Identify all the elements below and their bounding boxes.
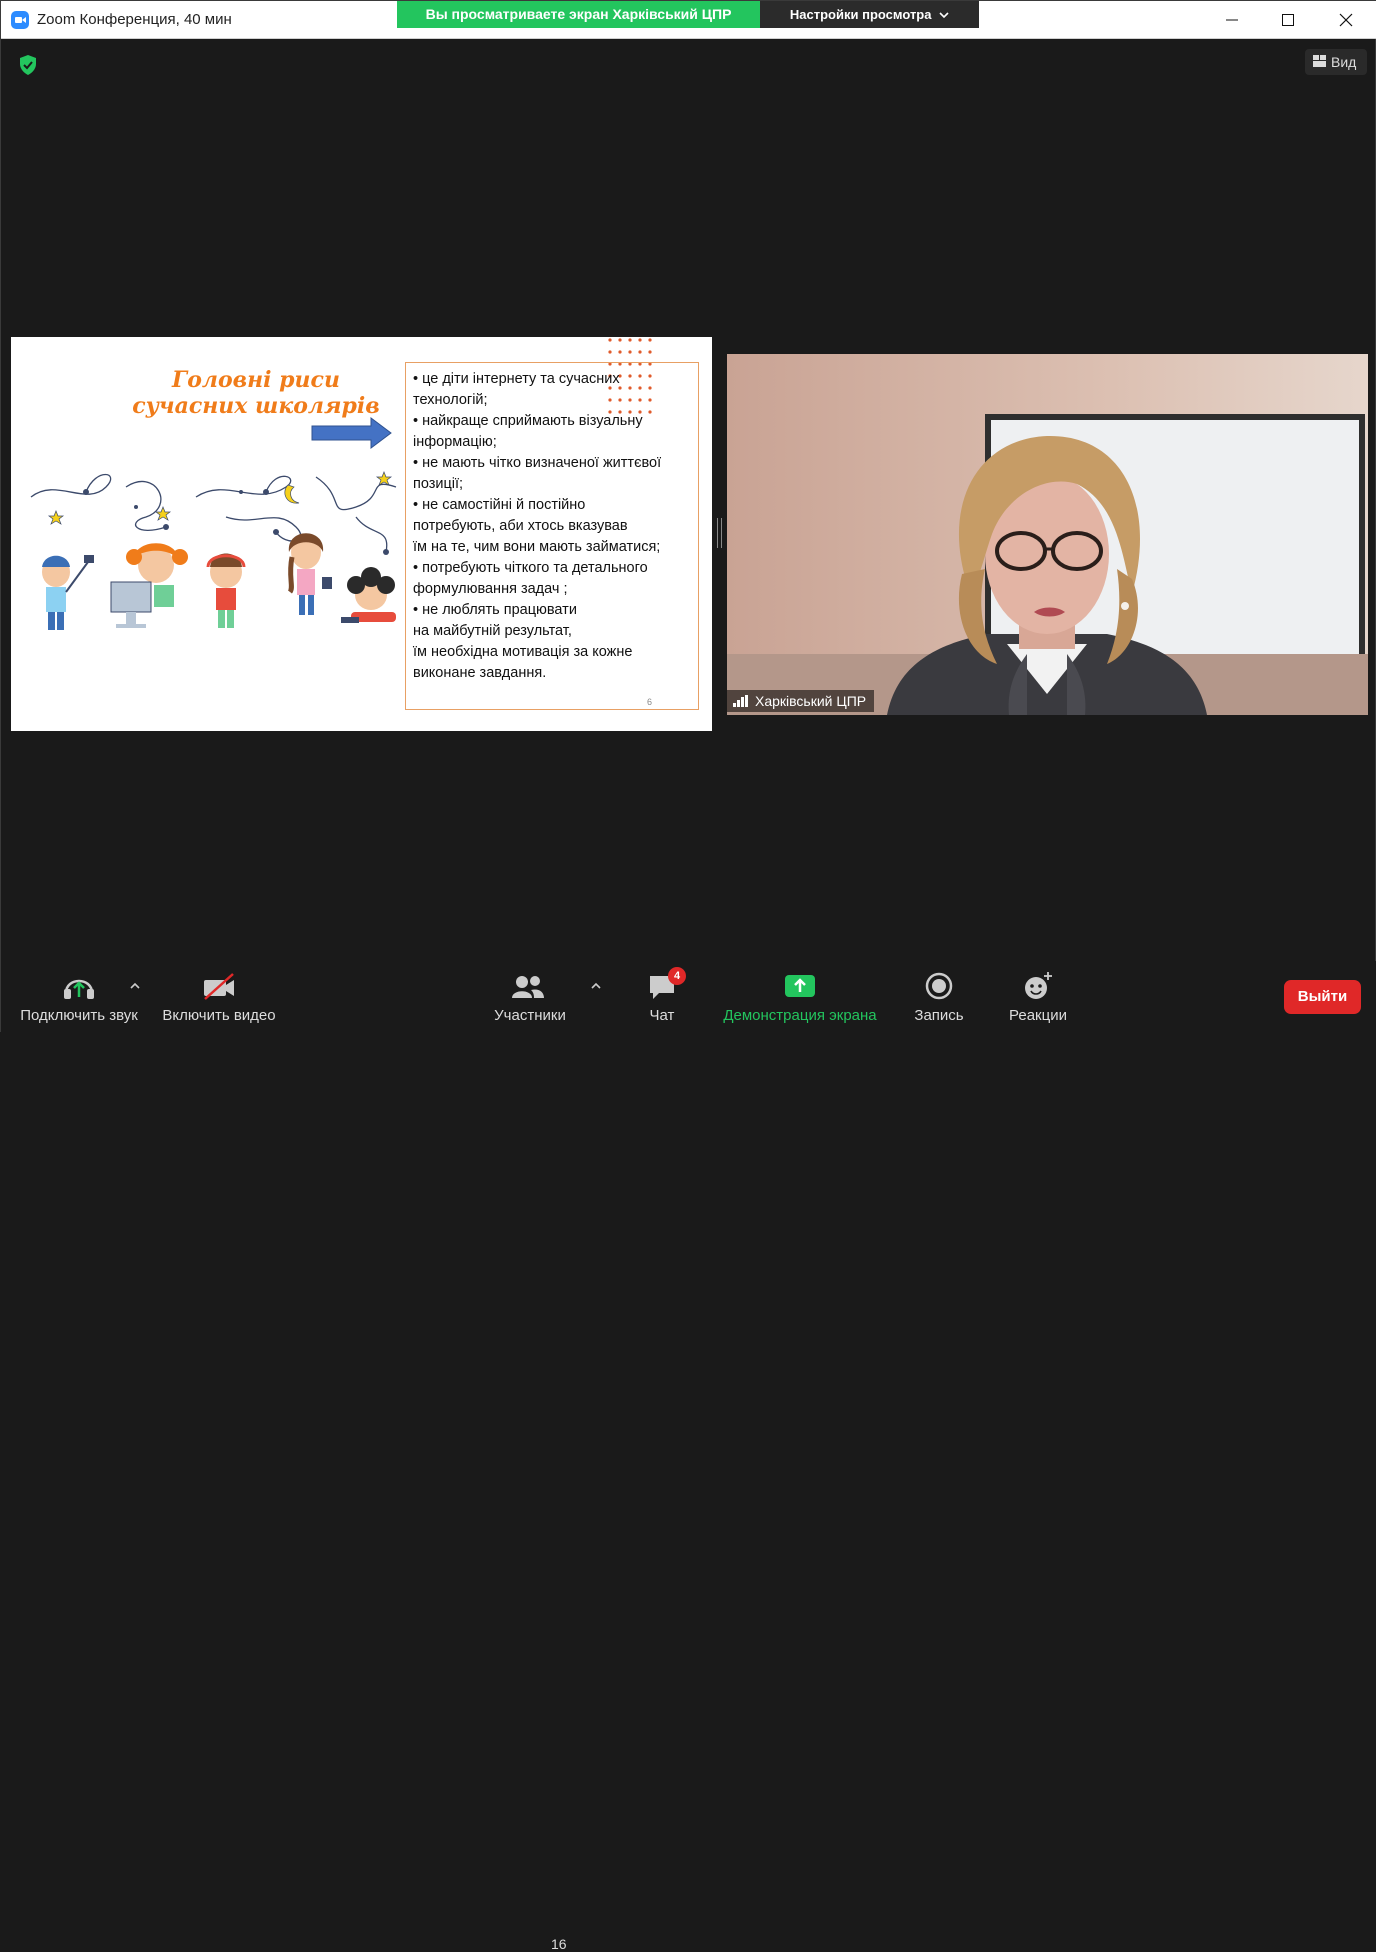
grid-view-icon bbox=[1313, 55, 1326, 67]
zoom-app-icon bbox=[11, 11, 29, 29]
chevron-down-icon bbox=[939, 12, 949, 19]
slide-line: технологій; bbox=[413, 392, 488, 408]
slide-line: позиції; bbox=[413, 476, 464, 492]
zoom-window: Zoom Конференция, 40 мин Вы просматривае… bbox=[0, 0, 1376, 1952]
participants-icon bbox=[512, 976, 544, 998]
close-icon bbox=[1339, 13, 1353, 27]
view-settings-button[interactable]: Настройки просмотра bbox=[760, 1, 979, 28]
start-video-button[interactable]: Включить видео bbox=[159, 971, 279, 1024]
slide-page-number: 6 bbox=[646, 697, 652, 707]
participants-options-caret[interactable] bbox=[591, 979, 601, 993]
meeting-toolbar: Подключить звук Включить видео Участники… bbox=[1, 961, 1376, 1952]
slide-line: • найкраще сприймають візуальну bbox=[413, 413, 643, 429]
view-settings-label: Настройки просмотра bbox=[789, 7, 932, 22]
view-button-label: Вид bbox=[1331, 54, 1357, 70]
signal-strength-icon bbox=[733, 695, 749, 707]
record-button[interactable]: Запись bbox=[909, 971, 969, 1024]
headphones-icon bbox=[64, 979, 94, 999]
slide-line: виконане завдання. bbox=[413, 665, 547, 681]
minimize-icon bbox=[1226, 19, 1238, 21]
reactions-icon bbox=[1025, 972, 1052, 999]
children-illustration bbox=[30, 471, 397, 630]
slide-text-box: • це діти інтернету та сучасних технолог… bbox=[405, 362, 699, 710]
record-icon bbox=[925, 972, 953, 1000]
slide-line: • не люблять працювати bbox=[413, 602, 577, 618]
participant-video-tile[interactable]: Харківський ЦПР bbox=[727, 354, 1368, 715]
slide-line: їм на те, чим вони мають займатися; bbox=[413, 539, 661, 555]
share-screen-icon bbox=[785, 975, 815, 997]
slide-line: • не мають чітко визначеної життєвої bbox=[413, 455, 662, 471]
share-screen-button[interactable]: Демонстрация экрана bbox=[719, 971, 881, 1024]
chat-unread-badge: 4 bbox=[668, 967, 686, 985]
screen-share-banner: Вы просматриваете экран Харківський ЦПР … bbox=[397, 1, 979, 28]
arrow-right-icon bbox=[311, 417, 392, 449]
maximize-icon bbox=[1282, 13, 1294, 26]
slide-line: їм необхідна мотивація за кожне bbox=[413, 644, 633, 660]
participants-label: Участники bbox=[494, 1007, 566, 1024]
reactions-button[interactable]: Реакции bbox=[1005, 971, 1071, 1024]
slide-title: Головні риси сучасних школярів bbox=[132, 367, 380, 419]
participant-name-tag: Харківський ЦПР bbox=[727, 690, 875, 712]
chevron-up-icon bbox=[591, 982, 601, 989]
slide-line: • не самостійні й постійно bbox=[413, 497, 586, 513]
slide-line: формулювання задач ; bbox=[413, 581, 568, 597]
leave-meeting-button[interactable]: Выйти bbox=[1284, 980, 1361, 1014]
slide-line: • потребують чіткого та детального bbox=[413, 560, 648, 576]
slide-line: на майбутній результат, bbox=[413, 623, 572, 639]
close-button[interactable] bbox=[1321, 1, 1371, 39]
reactions-label: Реакции bbox=[1009, 1007, 1067, 1024]
minimize-button[interactable] bbox=[1207, 1, 1257, 39]
audio-options-caret[interactable] bbox=[130, 979, 140, 993]
record-label: Запись bbox=[914, 1007, 964, 1024]
chevron-up-icon bbox=[130, 982, 140, 989]
join-audio-button[interactable]: Подключить звук bbox=[15, 971, 143, 1024]
video-off-icon bbox=[204, 973, 234, 1000]
start-video-label: Включить видео bbox=[162, 1007, 276, 1024]
shield-icon[interactable] bbox=[18, 54, 38, 76]
join-audio-label: Подключить звук bbox=[20, 1007, 138, 1024]
participant-name: Харківський ЦПР bbox=[755, 693, 867, 709]
participant-video-feed bbox=[727, 354, 1368, 715]
shared-screen-slide: Головні риси сучасних школярів • це діти… bbox=[11, 337, 712, 731]
chat-label: Чат bbox=[649, 1007, 675, 1024]
slide-line: інформацію; bbox=[413, 434, 497, 450]
share-status-text: Вы просматриваете экран Харківський ЦПР bbox=[397, 1, 760, 28]
slide-line: потребують, аби хтось вказував bbox=[413, 518, 628, 534]
view-button[interactable]: Вид bbox=[1305, 49, 1367, 75]
share-screen-label: Демонстрация экрана bbox=[723, 1007, 877, 1024]
participants-count: 16 bbox=[551, 1936, 567, 1952]
participants-button[interactable]: Участники bbox=[485, 971, 575, 1024]
maximize-button[interactable] bbox=[1263, 1, 1313, 39]
window-title: Zoom Конференция, 40 мин bbox=[37, 11, 232, 28]
panel-splitter-handle[interactable] bbox=[717, 518, 722, 548]
slide-bullet-list: • це діти інтернету та сучасних технолог… bbox=[413, 369, 698, 684]
slide-line: • це діти інтернету та сучасних bbox=[413, 371, 620, 387]
